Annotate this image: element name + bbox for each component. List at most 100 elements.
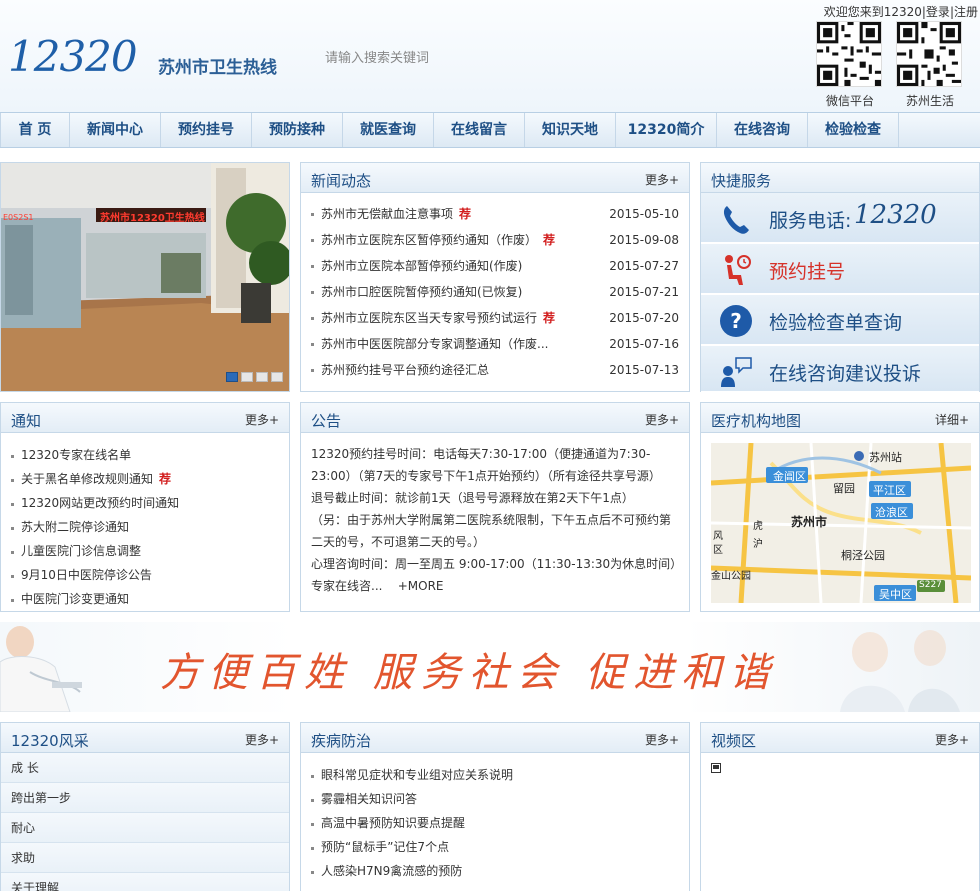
nav-medical-query[interactable]: 就医查询 bbox=[343, 113, 434, 147]
logo-text[interactable]: 苏州市卫生热线 bbox=[158, 53, 277, 78]
announce-line: （另：由于苏州大学附属第二医院系统限制，下午五点后不可预约第 bbox=[311, 513, 672, 527]
list-item[interactable]: 高温中暑预防知识要点提醒 bbox=[311, 811, 679, 835]
list-item[interactable]: 成 长 bbox=[1, 753, 289, 783]
nav-vaccination[interactable]: 预防接种 bbox=[252, 113, 343, 147]
main-nav: 首 页 新闻中心 预约挂号 预防接种 就医查询 在线留言 知识天地 12320简… bbox=[0, 112, 980, 148]
slide-dot-3[interactable] bbox=[256, 372, 268, 382]
video-panel: 视频区 更多+ bbox=[700, 722, 980, 891]
quick-service-panel: 快捷服务 服务电话: 12320 预约挂号 ? 检验检查单查询 在线咨询建议投诉 bbox=[700, 162, 980, 392]
photo-slideshow[interactable]: 苏州市12320卫生热线 E0S2S1 bbox=[0, 162, 290, 392]
nav-home[interactable]: 首 页 bbox=[0, 113, 70, 147]
news-date: 2015-07-20 bbox=[609, 311, 679, 325]
consult-icon bbox=[721, 357, 752, 387]
announce-line: 心理咨询时间：周一至周五 9:00-17:00（11:30-13:30为休息时间… bbox=[311, 557, 683, 571]
announce-more-inline-link[interactable]: +MORE bbox=[398, 579, 444, 593]
list-item[interactable]: 苏州市中医医院部分专家调整通知（作废... 2015-07-16 bbox=[311, 331, 679, 357]
list-item[interactable]: 求助 bbox=[1, 843, 289, 873]
video-more-link[interactable]: 更多+ bbox=[935, 731, 969, 748]
disease-list: 眼科常见症状和专业组对应关系说明 雾霾相关知识问答 高温中暑预防知识要点提醒 预… bbox=[301, 753, 689, 883]
list-item[interactable]: 雾霾相关知识问答 bbox=[311, 787, 679, 811]
nav-news[interactable]: 新闻中心 bbox=[70, 113, 161, 147]
slide-dot-2[interactable] bbox=[241, 372, 253, 382]
list-item[interactable]: 眼科常见症状和专业组对应关系说明 bbox=[311, 763, 679, 787]
list-item[interactable]: 中医院门诊变更通知 bbox=[11, 587, 279, 611]
list-item[interactable]: 12320网站更改预约时间通知 bbox=[11, 491, 279, 515]
notify-more-link[interactable]: 更多+ bbox=[245, 411, 279, 428]
news-panel-header: 新闻动态 更多+ bbox=[301, 163, 689, 193]
phone-icon bbox=[723, 206, 749, 234]
list-item[interactable]: 关于黑名单修改规则通知荐 bbox=[11, 467, 279, 491]
list-item[interactable]: 苏州市立医院本部暂停预约通知(作废) 2015-07-27 bbox=[311, 253, 679, 279]
list-item[interactable]: 预防“鼠标手”记住7个点 bbox=[311, 835, 679, 859]
announce-panel-header: 公告 更多+ bbox=[301, 403, 689, 433]
news-date: 2015-07-13 bbox=[609, 363, 679, 377]
fengcai-more-link[interactable]: 更多+ bbox=[245, 731, 279, 748]
announce-line: 23:00）（第7天的专家号下午1点开始预约）（所有途径共享号源） bbox=[311, 469, 661, 483]
list-item[interactable]: 苏州市口腔医院暂停预约通知(已恢复) 2015-07-21 bbox=[311, 279, 679, 305]
service-phone[interactable]: 服务电话: 12320 bbox=[701, 193, 979, 243]
qr-label-wechat: 微信平台 bbox=[826, 94, 875, 108]
qr-icon bbox=[817, 22, 881, 86]
service-lab-query-label: 检验检查单查询 bbox=[769, 312, 903, 334]
nurse-figure-right bbox=[840, 630, 960, 712]
map-view[interactable]: 苏州站 金阊区 留园 平江区 沧浪区 苏州市 桐泾公园 吴中区 S227 风 区… bbox=[711, 443, 971, 603]
map-more-link[interactable]: 详细+ bbox=[935, 411, 969, 428]
video-player-icon[interactable] bbox=[711, 763, 721, 773]
news-date: 2015-07-27 bbox=[609, 259, 679, 273]
announce-line: 12320预约挂号时间：电话每天7:30-17:00（便捷通道为7:30- bbox=[311, 447, 651, 461]
video-panel-title: 视频区 bbox=[711, 732, 757, 750]
list-item[interactable]: 关于理解 bbox=[1, 873, 289, 891]
recommend-badge: 荐 bbox=[543, 233, 556, 247]
recommend-badge: 荐 bbox=[459, 207, 472, 221]
wechat-qr-code bbox=[816, 21, 882, 87]
announce-panel-title: 公告 bbox=[311, 412, 342, 430]
hall-photo bbox=[1, 163, 289, 391]
list-item[interactable]: 耐心 bbox=[1, 813, 289, 843]
quick-panel-title: 快捷服务 bbox=[711, 172, 772, 190]
login-link[interactable]: 登录 bbox=[926, 5, 950, 19]
list-item[interactable]: 9月10日中医院停诊公告 bbox=[11, 563, 279, 587]
map-label: 吴中区 bbox=[879, 588, 912, 601]
fengcai-panel-title: 12320风采 bbox=[11, 732, 89, 750]
slide-dot-4[interactable] bbox=[271, 372, 283, 382]
service-lab-query[interactable]: ? 检验检查单查询 bbox=[701, 295, 979, 345]
list-item[interactable]: 苏大附二院停诊通知 bbox=[11, 515, 279, 539]
news-list: 苏州市无偿献血注意事项荐 2015-05-10 苏州市立医院东区暂停预约通知（作废… bbox=[301, 193, 689, 383]
list-item[interactable]: 跨出第一步 bbox=[1, 783, 289, 813]
news-date: 2015-07-16 bbox=[609, 337, 679, 351]
list-item[interactable]: 人感染H7N9禽流感的预防 bbox=[311, 859, 679, 883]
list-item[interactable]: 苏州市立医院东区暂停预约通知（作废）荐 2015-09-08 bbox=[311, 227, 679, 253]
list-item[interactable]: 苏州预约挂号平台预约途径汇总 2015-07-13 bbox=[311, 357, 679, 383]
appointment-icon bbox=[725, 255, 751, 285]
list-item[interactable]: 苏州市立医院东区当天专家号预约试运行荐 2015-07-20 bbox=[311, 305, 679, 331]
nav-knowledge[interactable]: 知识天地 bbox=[525, 113, 616, 147]
news-more-link[interactable]: 更多+ bbox=[645, 171, 679, 188]
announce-more-link[interactable]: 更多+ bbox=[645, 411, 679, 428]
service-consult-label: 在线咨询建议投诉 bbox=[769, 363, 922, 385]
list-item[interactable]: 12320专家在线名单 bbox=[11, 443, 279, 467]
disease-more-link[interactable]: 更多+ bbox=[645, 731, 679, 748]
disease-panel-header: 疾病防治 更多+ bbox=[301, 723, 689, 753]
map-label: 金山公园 bbox=[711, 571, 751, 582]
news-panel-title: 新闻动态 bbox=[311, 172, 372, 190]
register-link[interactable]: 注册 bbox=[954, 5, 978, 19]
service-phone-label: 服务电话: bbox=[769, 210, 852, 232]
logo-number[interactable]: 12320 bbox=[8, 32, 138, 81]
svg-text:?: ? bbox=[730, 309, 742, 333]
nav-consult[interactable]: 在线咨询 bbox=[717, 113, 808, 147]
list-item[interactable]: 儿童医院门诊信息调整 bbox=[11, 539, 279, 563]
list-item[interactable]: 苏州市无偿献血注意事项荐 2015-05-10 bbox=[311, 201, 679, 227]
nav-message[interactable]: 在线留言 bbox=[434, 113, 525, 147]
slide-dot-1[interactable] bbox=[226, 372, 238, 382]
nav-appointment[interactable]: 预约挂号 bbox=[161, 113, 252, 147]
nav-about[interactable]: 12320简介 bbox=[616, 113, 717, 147]
map-label: 苏州站 bbox=[869, 451, 902, 464]
map-label: 沧浪区 bbox=[875, 506, 908, 519]
map-panel: 医疗机构地图 详细+ 苏州站 金阊区 留园 平江区 沧浪区 苏州市 桐泾公园 吴… bbox=[700, 402, 980, 612]
nav-lab-check[interactable]: 检验检查 bbox=[808, 113, 899, 147]
service-consult[interactable]: 在线咨询建议投诉 bbox=[701, 346, 979, 392]
map-panel-title: 医疗机构地图 bbox=[711, 412, 802, 430]
service-appointment-label: 预约挂号 bbox=[769, 261, 846, 283]
service-appointment[interactable]: 预约挂号 bbox=[701, 244, 979, 294]
search-input[interactable]: 请输入搜索关键词 bbox=[325, 47, 429, 66]
